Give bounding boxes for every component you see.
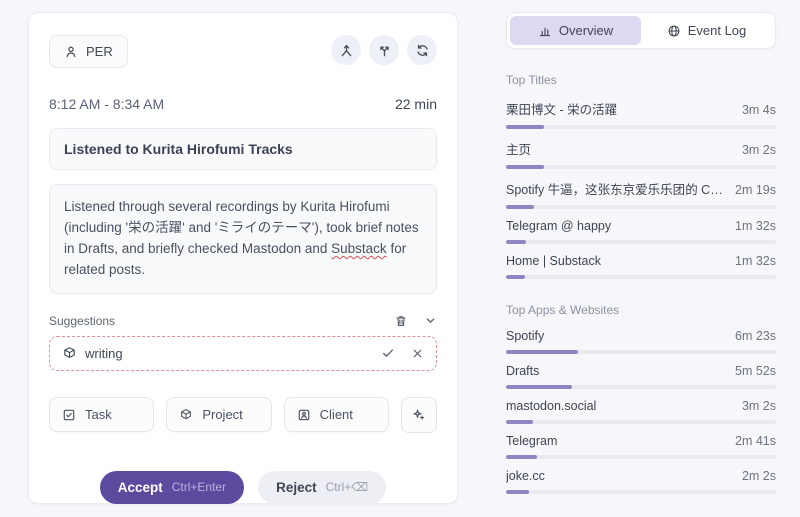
category-chip-label: PER bbox=[86, 44, 113, 59]
top-titles-list: 栗田博文 - 栄の活躍 3m 4s 主页 3m 2s bbox=[506, 89, 776, 279]
stats-panel: Overview Event Log Top Titles 栗田博 bbox=[506, 12, 776, 494]
description-textarea[interactable]: Listened through several recordings by K… bbox=[49, 184, 437, 294]
stat-row: Telegram @ happy 1m 32s bbox=[506, 209, 776, 244]
stat-duration: 1m 32s bbox=[735, 254, 776, 268]
tab-event-log-label: Event Log bbox=[688, 23, 747, 38]
stat-row: 栗田博文 - 栄の活躍 3m 4s bbox=[506, 89, 776, 129]
accept-shortcut: Ctrl+Enter bbox=[172, 480, 226, 494]
refresh-button[interactable] bbox=[407, 35, 437, 65]
suggestion-text: writing bbox=[85, 346, 123, 361]
stat-label: Spotify 牛逼，这张东京爱乐乐团的 CD，演奏得真好 bbox=[506, 179, 725, 198]
accept-suggestion-button[interactable] bbox=[381, 346, 395, 360]
suggestions-label: Suggestions bbox=[49, 314, 115, 328]
top-apps-list: Spotify 6m 23s Drafts 5m 52s bbox=[506, 319, 776, 494]
panel-tabbar: Overview Event Log bbox=[506, 12, 776, 49]
stat-duration: 2m 2s bbox=[742, 469, 776, 483]
tab-event-log[interactable]: Event Log bbox=[641, 16, 772, 45]
merge-icon bbox=[339, 43, 354, 58]
stat-label: Telegram bbox=[506, 434, 725, 448]
reject-button-label: Reject bbox=[276, 480, 317, 495]
delete-suggestions-button[interactable] bbox=[394, 314, 408, 328]
ai-suggest-button[interactable] bbox=[401, 397, 437, 433]
stat-row: Telegram 2m 41s bbox=[506, 424, 776, 459]
trash-icon bbox=[394, 314, 408, 328]
suggestion-item[interactable]: writing bbox=[49, 336, 437, 371]
stat-label: 栗田博文 - 栄の活躍 bbox=[506, 99, 732, 118]
time-entry-card: PER bbox=[28, 12, 458, 504]
stat-label: Drafts bbox=[506, 364, 725, 378]
task-icon bbox=[62, 408, 76, 422]
globe-icon bbox=[667, 24, 681, 38]
stat-row: 主页 3m 2s bbox=[506, 129, 776, 169]
stat-row: mastodon.social 3m 2s bbox=[506, 389, 776, 424]
stat-label: Home | Substack bbox=[506, 254, 725, 268]
person-icon bbox=[64, 45, 78, 59]
project-button-label: Project bbox=[202, 407, 242, 422]
stat-label: Telegram @ happy bbox=[506, 219, 725, 233]
accept-button-label: Accept bbox=[118, 480, 163, 495]
stat-row: Drafts 5m 52s bbox=[506, 354, 776, 389]
sparkles-icon bbox=[411, 407, 426, 422]
split-icon bbox=[377, 43, 392, 58]
reject-shortcut: Ctrl+⌫ bbox=[326, 480, 369, 494]
chevron-down-icon bbox=[424, 314, 437, 327]
dismiss-suggestion-button[interactable] bbox=[411, 347, 424, 360]
cube-icon bbox=[62, 346, 77, 361]
split-button[interactable] bbox=[369, 35, 399, 65]
stat-duration: 2m 19s bbox=[735, 183, 776, 197]
stat-duration: 3m 4s bbox=[742, 103, 776, 117]
stat-duration: 1m 32s bbox=[735, 219, 776, 233]
stat-duration: 5m 52s bbox=[735, 364, 776, 378]
stat-bar-fill bbox=[506, 275, 525, 279]
time-range: 8:12 AM - 8:34 AM bbox=[49, 96, 164, 112]
client-button-label: Client bbox=[320, 407, 353, 422]
stat-duration: 3m 2s bbox=[742, 143, 776, 157]
stat-row: Spotify 6m 23s bbox=[506, 319, 776, 354]
project-button[interactable]: Project bbox=[166, 397, 271, 432]
stat-row: Spotify 牛逼，这张东京爱乐乐团的 CD，演奏得真好 2m 19s bbox=[506, 169, 776, 209]
stat-label: mastodon.social bbox=[506, 399, 732, 413]
category-chip[interactable]: PER bbox=[49, 35, 128, 68]
description-misspelled-word: Substack bbox=[331, 241, 387, 256]
cube-icon bbox=[179, 408, 193, 422]
title-input[interactable]: Listened to Kurita Hirofumi Tracks bbox=[49, 128, 437, 170]
tab-overview[interactable]: Overview bbox=[510, 16, 641, 45]
top-apps-heading: Top Apps & Websites bbox=[506, 303, 776, 317]
task-button-label: Task bbox=[85, 407, 112, 422]
accept-button[interactable]: Accept Ctrl+Enter bbox=[100, 471, 244, 504]
app-window: PER bbox=[0, 0, 800, 517]
tab-overview-label: Overview bbox=[559, 23, 613, 38]
check-icon bbox=[381, 346, 395, 360]
client-button[interactable]: Client bbox=[284, 397, 389, 432]
stat-label: joke.cc bbox=[506, 469, 732, 483]
top-titles-heading: Top Titles bbox=[506, 73, 776, 87]
bar-chart-icon bbox=[538, 24, 552, 38]
stat-bar-fill bbox=[506, 490, 529, 494]
stat-duration: 2m 41s bbox=[735, 434, 776, 448]
stat-label: 主页 bbox=[506, 139, 732, 158]
refresh-icon bbox=[415, 43, 430, 58]
client-icon bbox=[297, 408, 311, 422]
stat-bar-track bbox=[506, 275, 776, 279]
stat-bar-track bbox=[506, 490, 776, 494]
stat-row: Home | Substack 1m 32s bbox=[506, 244, 776, 279]
stat-label: Spotify bbox=[506, 329, 725, 343]
duration: 22 min bbox=[395, 96, 437, 112]
reject-button[interactable]: Reject Ctrl+⌫ bbox=[258, 471, 386, 504]
collapse-suggestions-button[interactable] bbox=[424, 314, 437, 327]
stat-duration: 3m 2s bbox=[742, 399, 776, 413]
stat-row: joke.cc 2m 2s bbox=[506, 459, 776, 494]
x-icon bbox=[411, 347, 424, 360]
merge-button[interactable] bbox=[331, 35, 361, 65]
task-button[interactable]: Task bbox=[49, 397, 154, 432]
stat-duration: 6m 23s bbox=[735, 329, 776, 343]
